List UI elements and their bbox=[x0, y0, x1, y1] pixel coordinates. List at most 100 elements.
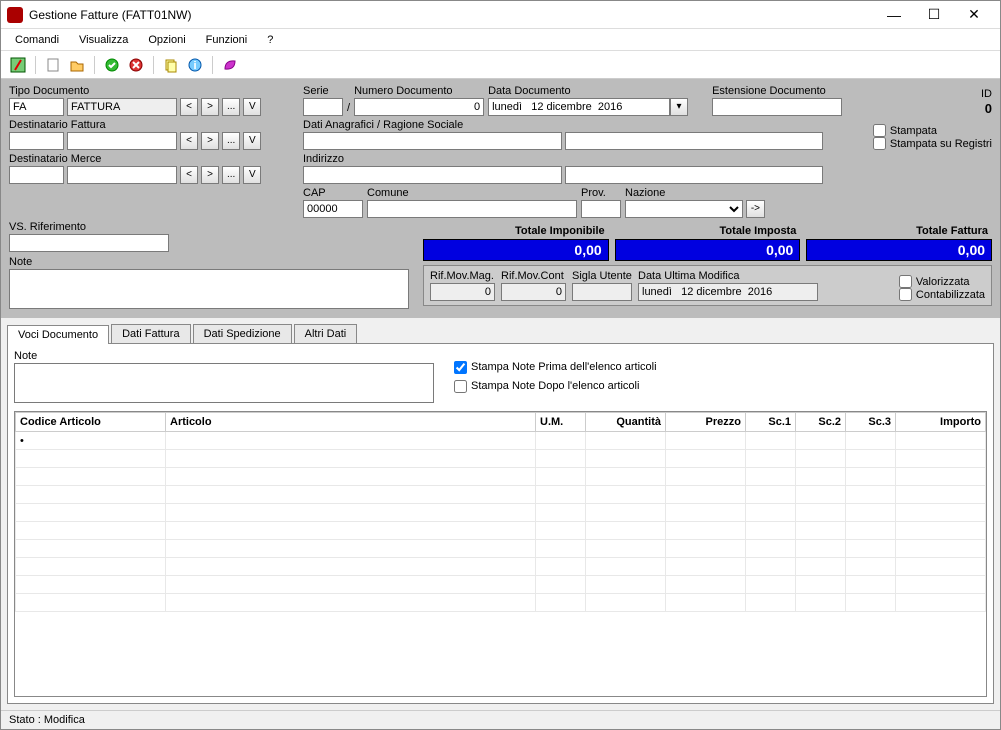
col-quantita[interactable]: Quantità bbox=[586, 413, 666, 432]
dest-fatt-next[interactable]: > bbox=[201, 132, 219, 150]
col-prezzo[interactable]: Prezzo bbox=[666, 413, 746, 432]
tipo-validate-button[interactable]: V bbox=[243, 98, 261, 116]
vs-rif-input[interactable] bbox=[9, 234, 169, 252]
stampata-checkbox[interactable] bbox=[873, 124, 886, 137]
data-doc-input[interactable] bbox=[488, 98, 670, 116]
menu-opzioni[interactable]: Opzioni bbox=[138, 32, 195, 48]
data-doc-picker[interactable]: ▾ bbox=[670, 98, 688, 116]
help-icon[interactable] bbox=[219, 54, 241, 76]
statusbar: Stato : Modifica bbox=[1, 710, 1000, 729]
col-um[interactable]: U.M. bbox=[536, 413, 586, 432]
indirizzo-1-input[interactable] bbox=[303, 166, 562, 184]
col-articolo[interactable]: Articolo bbox=[166, 413, 536, 432]
numero-input[interactable] bbox=[354, 98, 484, 116]
table-row[interactable] bbox=[16, 504, 986, 522]
table-row[interactable] bbox=[16, 594, 986, 612]
dest-fatt-prev[interactable]: < bbox=[180, 132, 198, 150]
table-row[interactable] bbox=[16, 450, 986, 468]
table-row[interactable] bbox=[16, 486, 986, 504]
contabilizzata-checkbox[interactable] bbox=[899, 288, 912, 301]
dest-fatt-desc-input[interactable] bbox=[67, 132, 177, 150]
open-icon[interactable] bbox=[66, 54, 88, 76]
serie-input[interactable] bbox=[303, 98, 343, 116]
dest-fatt-code-input[interactable] bbox=[9, 132, 64, 150]
voci-note-label: Note bbox=[14, 350, 434, 362]
dest-fatt-lookup[interactable]: ... bbox=[222, 132, 240, 150]
comune-input[interactable] bbox=[367, 200, 577, 218]
tab-voci-documento[interactable]: Voci Documento bbox=[7, 325, 109, 344]
minimize-button[interactable]: — bbox=[874, 2, 914, 28]
valorizzata-checkbox[interactable] bbox=[899, 275, 912, 288]
table-row[interactable] bbox=[16, 558, 986, 576]
info-icon[interactable]: i bbox=[184, 54, 206, 76]
note-textarea[interactable] bbox=[9, 269, 409, 309]
tab-dati-fattura[interactable]: Dati Fattura bbox=[111, 324, 190, 343]
stampa-prima-checkbox[interactable] bbox=[454, 361, 467, 374]
table-row[interactable] bbox=[16, 576, 986, 594]
rif-cont-input bbox=[501, 283, 566, 301]
exit-icon[interactable] bbox=[7, 54, 29, 76]
indirizzo-2-input[interactable] bbox=[565, 166, 824, 184]
dest-merce-desc-input[interactable] bbox=[67, 166, 177, 184]
comune-label: Comune bbox=[367, 187, 577, 199]
voci-note-textarea[interactable] bbox=[14, 363, 434, 403]
col-importo[interactable]: Importo bbox=[896, 413, 986, 432]
dest-merce-code-input[interactable] bbox=[9, 166, 64, 184]
menu-visualizza[interactable]: Visualizza bbox=[69, 32, 138, 48]
numero-label: Numero Documento bbox=[354, 85, 484, 97]
tipo-documento-label: Tipo Documento bbox=[9, 85, 299, 97]
stampata-registri-checkbox[interactable] bbox=[873, 137, 886, 150]
dest-fatt-validate[interactable]: V bbox=[243, 132, 261, 150]
grid[interactable]: Codice Articolo Articolo U.M. Quantità P… bbox=[14, 411, 987, 697]
tipo-next-button[interactable]: > bbox=[201, 98, 219, 116]
table-row[interactable] bbox=[16, 522, 986, 540]
menu-funzioni[interactable]: Funzioni bbox=[196, 32, 258, 48]
tab-dati-spedizione[interactable]: Dati Spedizione bbox=[193, 324, 292, 343]
dest-merce-next[interactable]: > bbox=[201, 166, 219, 184]
tipo-lookup-button[interactable]: ... bbox=[222, 98, 240, 116]
cap-input[interactable] bbox=[303, 200, 363, 218]
new-icon[interactable] bbox=[42, 54, 64, 76]
window-title: Gestione Fatture (FATT01NW) bbox=[29, 8, 874, 22]
valorizzata-label: Valorizzata bbox=[916, 276, 970, 288]
dest-merce-validate[interactable]: V bbox=[243, 166, 261, 184]
ragione-sociale-2-input[interactable] bbox=[565, 132, 824, 150]
ragione-sociale-1-input[interactable] bbox=[303, 132, 562, 150]
id-value: 0 bbox=[846, 101, 992, 116]
dest-merce-prev[interactable]: < bbox=[180, 166, 198, 184]
tabs: Voci Documento Dati Fattura Dati Spedizi… bbox=[1, 322, 1000, 343]
sigla-utente-input bbox=[572, 283, 632, 301]
app-icon bbox=[7, 7, 23, 23]
col-sc3[interactable]: Sc.3 bbox=[846, 413, 896, 432]
col-codice[interactable]: Codice Articolo bbox=[16, 413, 166, 432]
close-button[interactable]: ✕ bbox=[954, 2, 994, 28]
dest-merce-lookup[interactable]: ... bbox=[222, 166, 240, 184]
dest-merce-label: Destinatario Merce bbox=[9, 153, 299, 165]
data-mod-input bbox=[638, 283, 818, 301]
col-sc2[interactable]: Sc.2 bbox=[796, 413, 846, 432]
stampa-dopo-checkbox[interactable] bbox=[454, 380, 467, 393]
sigla-utente-label: Sigla Utente bbox=[572, 270, 632, 282]
estensione-input[interactable] bbox=[712, 98, 842, 116]
table-row[interactable]: • bbox=[16, 432, 986, 450]
totale-fattura-value: 0,00 bbox=[806, 239, 992, 261]
maximize-button[interactable]: ☐ bbox=[914, 2, 954, 28]
prov-input[interactable] bbox=[581, 200, 621, 218]
col-sc1[interactable]: Sc.1 bbox=[746, 413, 796, 432]
table-row[interactable] bbox=[16, 540, 986, 558]
menu-comandi[interactable]: Comandi bbox=[5, 32, 69, 48]
rif-cont-label: Rif.Mov.Cont bbox=[501, 270, 566, 282]
copy-icon[interactable] bbox=[160, 54, 182, 76]
dest-fattura-label: Destinatario Fattura bbox=[9, 119, 299, 131]
tipo-desc-input bbox=[67, 98, 177, 116]
menu-help[interactable]: ? bbox=[257, 32, 283, 48]
nazione-select[interactable] bbox=[625, 200, 743, 218]
tab-altri-dati[interactable]: Altri Dati bbox=[294, 324, 358, 343]
nazione-go-button[interactable]: -> bbox=[746, 200, 765, 218]
table-row[interactable] bbox=[16, 468, 986, 486]
tipo-code-input[interactable] bbox=[9, 98, 64, 116]
vs-rif-label: VS. Riferimento bbox=[9, 221, 169, 233]
cancel-icon[interactable] bbox=[125, 54, 147, 76]
confirm-icon[interactable] bbox=[101, 54, 123, 76]
tipo-prev-button[interactable]: < bbox=[180, 98, 198, 116]
